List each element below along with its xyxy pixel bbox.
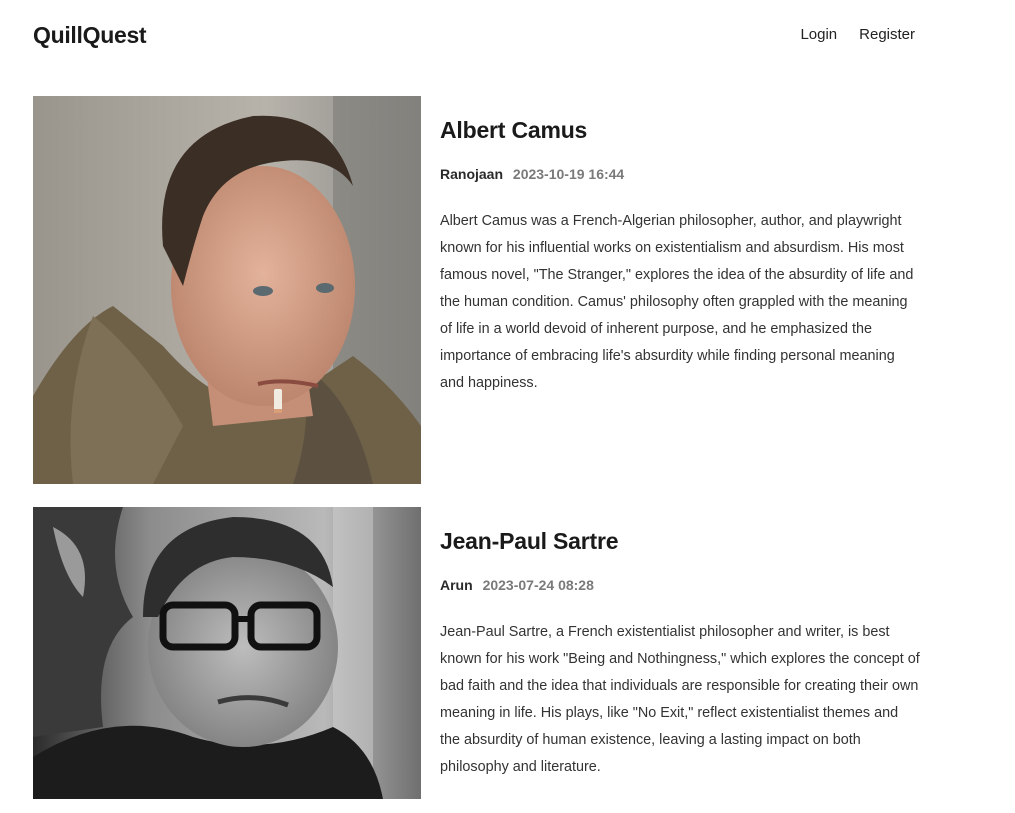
post-meta: Ranojaan 2023-10-19 16:44 [440,166,920,182]
site-logo[interactable]: QuillQuest [33,22,147,49]
post-card: Albert Camus Ranojaan 2023-10-19 16:44 A… [33,96,933,484]
post-date: 2023-07-24 08:28 [482,577,594,593]
login-link[interactable]: Login [800,26,837,43]
post-title[interactable]: Jean-Paul Sartre [440,528,920,555]
post-body: Albert Camus Ranojaan 2023-10-19 16:44 A… [440,96,920,397]
navbar: QuillQuest Login Register [0,0,1015,70]
post-body: Jean-Paul Sartre Arun 2023-07-24 08:28 J… [440,507,920,781]
post-excerpt: Albert Camus was a French-Algerian philo… [440,213,914,391]
post-image-jean-paul-sartre[interactable] [33,507,421,799]
post-image-albert-camus[interactable] [33,96,421,484]
portrait-photo [33,96,421,484]
register-link[interactable]: Register [859,26,915,43]
post-author: Arun [440,577,473,593]
portrait-photo [33,507,421,799]
nav-links: Login Register [800,26,915,43]
post-excerpt: Jean-Paul Sartre, a French existentialis… [440,624,920,775]
post-title[interactable]: Albert Camus [440,117,920,144]
post-meta: Arun 2023-07-24 08:28 [440,577,920,593]
post-author: Ranojaan [440,166,504,182]
post-date: 2023-10-19 16:44 [512,166,625,182]
post-card: Jean-Paul Sartre Arun 2023-07-24 08:28 J… [33,507,933,799]
